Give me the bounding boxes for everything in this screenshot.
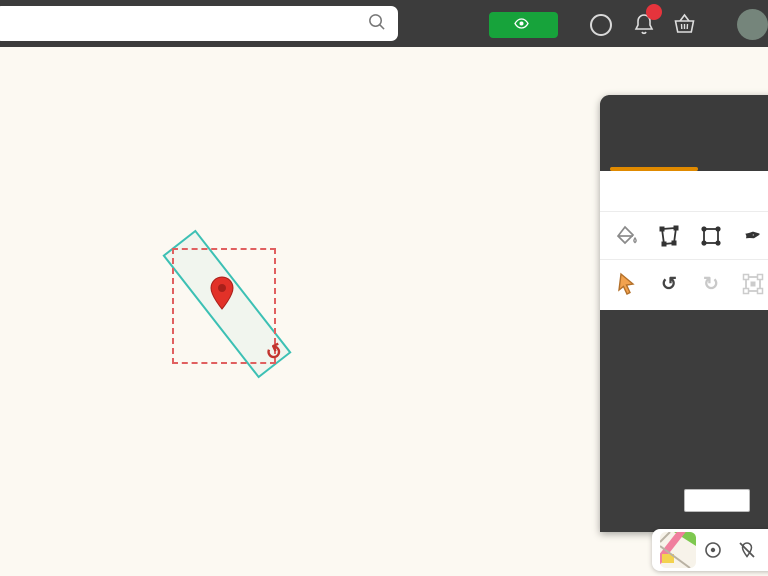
basket-icon[interactable] [672, 12, 697, 41]
pen-tool-icon[interactable]: ✒ [732, 217, 768, 255]
polygon-node-tool-icon[interactable] [648, 217, 690, 255]
divider [600, 211, 768, 212]
eye-icon [514, 18, 529, 32]
rectangle-node-tool-icon[interactable] [690, 217, 732, 255]
search-icon[interactable] [367, 12, 386, 36]
transform-tool-icon[interactable] [732, 265, 768, 303]
map-mini-toolbar [652, 529, 768, 571]
select-cursor-tool-icon[interactable] [606, 265, 648, 303]
top-bar [0, 0, 768, 47]
search-box[interactable] [0, 6, 398, 41]
help-button[interactable] [590, 14, 612, 36]
credits-badge[interactable] [489, 12, 558, 38]
divider [600, 259, 768, 260]
map-pin-icon[interactable] [209, 276, 235, 315]
drawing-tools-section: ✒ ↺ ↻ [600, 171, 768, 310]
avatar[interactable] [737, 9, 768, 40]
minimap-thumbnail[interactable] [660, 532, 696, 568]
search-input[interactable] [0, 16, 367, 32]
undo-icon[interactable]: ↺ [648, 265, 690, 303]
location-off-icon[interactable] [730, 529, 764, 571]
rotation-input[interactable] [684, 489, 750, 512]
fill-tool-icon[interactable] [606, 217, 648, 255]
redo-icon[interactable]: ↻ [690, 265, 732, 303]
notification-count-badge [646, 4, 662, 20]
area-value [762, 409, 768, 421]
panel-header [600, 95, 768, 171]
locate-target-icon[interactable] [696, 529, 730, 571]
map-tools-panel: ✒ ↺ ↻ [600, 95, 768, 532]
